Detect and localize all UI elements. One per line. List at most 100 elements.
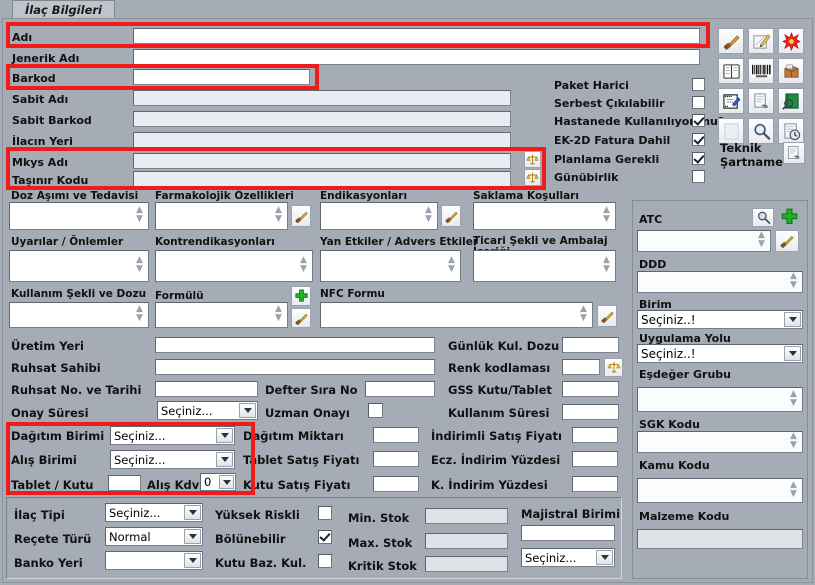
scroll-arrows[interactable]: ▲ ▼ (273, 206, 284, 226)
chevron-down-icon[interactable] (184, 529, 201, 544)
textarea-doz-asimi-ve-tedavisi[interactable]: ▲ ▼ (9, 202, 149, 230)
chevron-down-icon[interactable] (784, 346, 801, 361)
chevron-down-icon[interactable] (239, 403, 256, 418)
select-dagitim-birimi[interactable]: Seçiniz... (110, 426, 235, 445)
input-max-stok[interactable] (425, 533, 508, 549)
textarea-kullanim-sekli-ve-dozu[interactable]: ▲ ▼ (9, 302, 149, 328)
select-birim[interactable]: Seçiniz..! (637, 310, 803, 329)
textarea-kamu-kodu[interactable]: ▲ ▼ (637, 478, 803, 503)
edit-farmakolojik-ozellikleri-button[interactable] (291, 205, 311, 227)
edit-nfc-formu-button[interactable] (597, 305, 617, 327)
textarea-kontrendikasyonlari[interactable]: ▲ ▼ (155, 250, 313, 282)
textarea-formulu[interactable]: ▲ ▼ (155, 302, 288, 328)
input-kritik-stok[interactable] (425, 556, 508, 572)
input-sabit-adi[interactable] (133, 90, 511, 106)
scroll-arrows[interactable]: ▲ ▼ (601, 256, 612, 276)
input-ilacin-yeri[interactable] (133, 132, 511, 148)
input-tasinir-kodu[interactable] (133, 171, 511, 187)
scroll-arrows[interactable]: ▲ ▼ (788, 432, 799, 452)
textarea-ddd[interactable]: ▲ ▼ (637, 271, 803, 293)
textarea-ticari-sekli-ve-ambalaj-icerigi[interactable]: ▲ ▼ (473, 250, 616, 282)
scroll-arrows[interactable]: ▲ ▼ (423, 206, 434, 226)
input-defter-sira-no[interactable] (365, 381, 435, 397)
toolbar-button-barcode[interactable] (748, 58, 774, 84)
input-uretim-yeri[interactable] (155, 337, 435, 353)
checkbox-planlama-gerekli[interactable] (692, 152, 705, 165)
toolbar-button-open-book[interactable] (718, 58, 744, 84)
checkbox-paket-harici[interactable] (692, 78, 705, 91)
textarea-yan-etkiler-advers-etkiler[interactable]: ▲ ▼ (320, 250, 461, 282)
textarea-endikasyonlari[interactable]: ▲ ▼ (320, 202, 438, 230)
chevron-down-icon[interactable] (184, 553, 201, 568)
input-gunluk-kul-dozu[interactable] (562, 337, 619, 353)
checkbox-gunubirlik[interactable] (692, 170, 705, 183)
textarea-nfc-formu[interactable]: ▲ ▼ (320, 302, 593, 328)
scroll-arrows[interactable]: ▲ ▼ (788, 389, 799, 410)
tasinir-kodu-lookup-button[interactable] (524, 169, 541, 186)
toolbar-button-red-starburst[interactable] (778, 28, 804, 54)
checkbox-serbest-cikilabilir[interactable] (692, 96, 705, 109)
checkbox-yuksek-riskli[interactable] (318, 506, 332, 520)
select-majistral-birimi[interactable]: Seçiniz... (521, 548, 615, 567)
input-dagitim-miktari[interactable] (373, 427, 419, 443)
scroll-arrows[interactable]: ▲ ▼ (273, 305, 284, 325)
toolbar-button-form-edit[interactable] (718, 88, 744, 114)
input-barkod[interactable] (133, 69, 310, 85)
checkbox-bolunebilir[interactable] (318, 530, 332, 544)
select-uygulama-yolu[interactable]: Seçiniz..! (637, 344, 803, 363)
input-ruhsat-no-ve-tarihi[interactable] (155, 381, 258, 397)
scroll-arrows[interactable]: ▲ ▼ (298, 256, 309, 276)
scroll-arrows[interactable]: ▲ ▼ (788, 480, 799, 501)
textarea-uyarilar-onlemler[interactable]: ▲ ▼ (9, 250, 149, 282)
input-tablet-satis-fiyati[interactable] (373, 451, 419, 467)
atc-search-button[interactable] (752, 208, 774, 227)
input-gss-kutu-tablet[interactable] (562, 381, 619, 397)
textarea-sgk-kodu[interactable]: ▲ ▼ (637, 431, 803, 453)
scroll-arrows[interactable]: ▲ ▼ (446, 256, 457, 276)
input-renk-kodlamasi[interactable] (562, 359, 600, 375)
add-formulu-button[interactable] (291, 286, 311, 306)
checkbox-hastanede-kullaniliyor[interactable] (692, 114, 705, 127)
textarea-atc[interactable]: ▲ ▼ (637, 230, 771, 252)
textarea-farmakolojik-ozellikleri[interactable]: ▲ ▼ (155, 202, 288, 230)
input-min-stok[interactable] (425, 508, 508, 524)
textarea-esdeger-grubu[interactable]: ▲ ▼ (637, 387, 803, 412)
toolbar-button-green-book-search[interactable] (778, 88, 804, 114)
scroll-arrows[interactable]: ▲ ▼ (134, 206, 145, 226)
scroll-arrows[interactable]: ▲ ▼ (134, 305, 145, 325)
teknik-sartname-button[interactable] (783, 142, 805, 164)
toolbar-button-package-box[interactable] (778, 58, 804, 84)
scroll-arrows[interactable]: ▲ ▼ (756, 231, 767, 251)
checkbox-uzman-onayi[interactable] (368, 403, 383, 418)
atc-add-button[interactable] (778, 206, 800, 228)
toolbar-button-pen-write[interactable] (718, 28, 744, 54)
chevron-down-icon[interactable] (216, 452, 233, 467)
input-mkys-adi[interactable] (133, 153, 511, 169)
input-k-indirim-yuzdesi[interactable] (572, 476, 618, 492)
input-indirimli-satis-fiyati[interactable] (572, 427, 618, 443)
chevron-down-icon[interactable] (184, 505, 201, 520)
scroll-arrows[interactable]: ▲ ▼ (601, 206, 612, 226)
atc-edit-button[interactable] (775, 230, 799, 252)
select-recete-turu[interactable]: Normal (105, 527, 203, 546)
scroll-arrows[interactable]: ▲ ▼ (134, 256, 145, 276)
checkbox-ek2d-fatura-dahil[interactable] (692, 133, 705, 146)
input-malzeme-kodu[interactable] (637, 529, 803, 549)
edit-endikasyonlari-button[interactable] (441, 205, 461, 227)
toolbar-button-document-clock[interactable] (778, 118, 804, 144)
input-kullanim-suresi[interactable] (562, 404, 619, 420)
edit-formulu-button[interactable] (291, 308, 311, 328)
select-onay-suresi[interactable]: Seçiniz... (157, 401, 258, 420)
renk-kodlamasi-picker-button[interactable] (604, 358, 623, 377)
scroll-arrows[interactable]: ▲ ▼ (578, 305, 589, 325)
tab-ilac-bilgileri[interactable]: İlaç Bilgileri (12, 0, 115, 20)
input-kutu-satis-fiyati[interactable] (373, 476, 419, 492)
scroll-arrows[interactable]: ▲ ▼ (788, 272, 799, 292)
input-majistral-birimi[interactable] (521, 525, 615, 541)
chevron-down-icon[interactable] (596, 550, 613, 565)
mkys-adi-lookup-button[interactable] (524, 151, 541, 168)
input-jenerik-adi[interactable] (133, 49, 700, 65)
chevron-down-icon[interactable] (219, 475, 234, 489)
select-alis-kdv[interactable]: 0 (200, 473, 236, 491)
chevron-down-icon[interactable] (784, 312, 801, 327)
